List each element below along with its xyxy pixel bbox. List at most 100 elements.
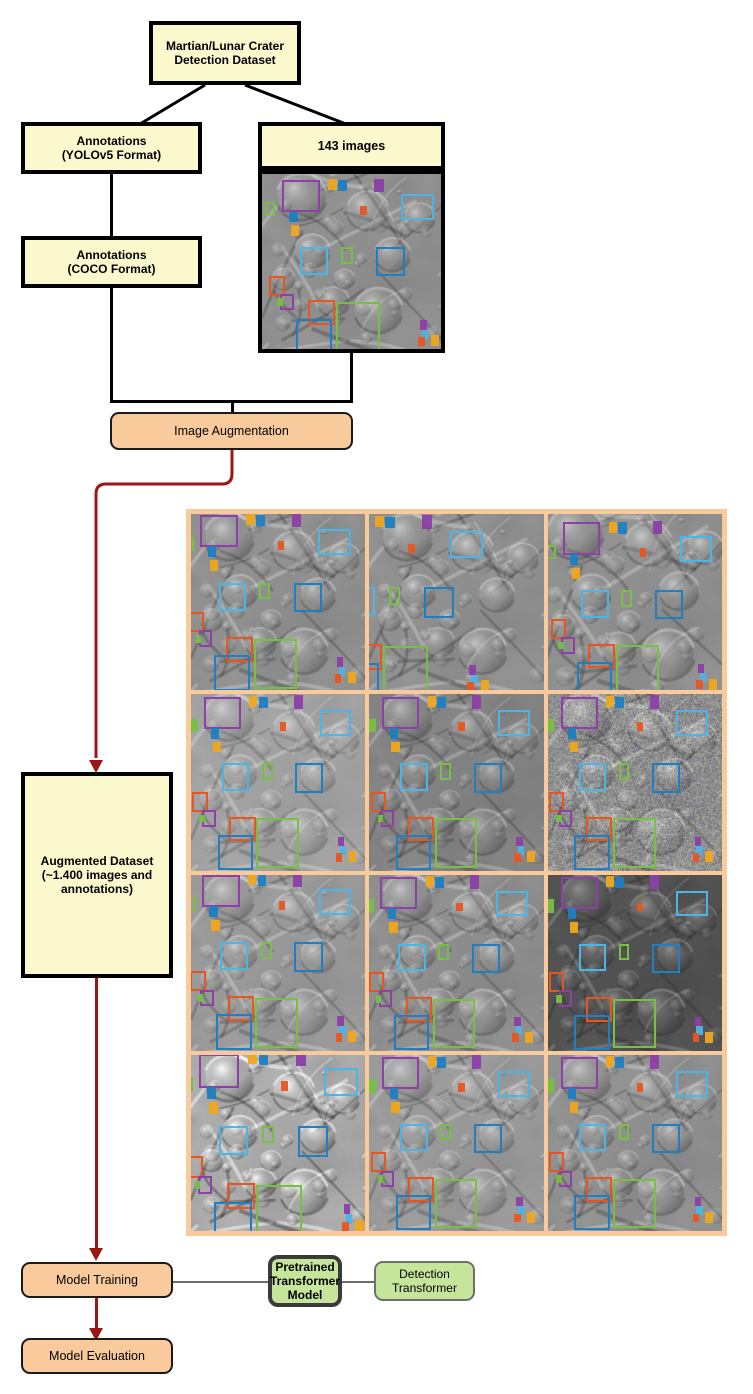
annotation-bbox bbox=[360, 206, 367, 215]
annotation-bbox bbox=[547, 544, 557, 559]
annotation-bbox bbox=[348, 851, 357, 863]
annotation-bbox bbox=[548, 972, 565, 993]
annotation-bbox bbox=[398, 943, 426, 972]
node-images-count[interactable]: 143 images bbox=[258, 122, 445, 170]
annotation-bbox bbox=[387, 908, 396, 919]
annotation-bbox bbox=[256, 818, 299, 868]
annotation-bbox bbox=[514, 853, 521, 862]
annotation-bbox bbox=[548, 1152, 565, 1173]
node-annotations-yolo-label: Annotations (YOLOv5 Format) bbox=[61, 133, 162, 162]
annotation-bbox bbox=[197, 994, 204, 1002]
annotation-bbox bbox=[204, 696, 242, 729]
annotation-bbox bbox=[209, 1101, 218, 1114]
annotation-bbox bbox=[391, 741, 400, 753]
augmented-image-cell bbox=[547, 874, 722, 1051]
annotation-bbox bbox=[562, 522, 601, 555]
annotation-bbox bbox=[195, 634, 202, 643]
annotation-bbox bbox=[618, 1123, 630, 1141]
annotation-bbox bbox=[427, 1056, 436, 1068]
annotation-bbox bbox=[211, 727, 220, 739]
annotation-bbox bbox=[560, 696, 598, 729]
annotation-box-layer bbox=[369, 875, 543, 1051]
annotation-bbox bbox=[708, 678, 717, 690]
annotation-bbox bbox=[389, 921, 398, 933]
augmented-image-cell bbox=[547, 1054, 722, 1231]
annotation-bbox bbox=[548, 791, 565, 812]
annotation-bbox bbox=[338, 180, 348, 192]
annotation-bbox bbox=[192, 791, 208, 812]
annotation-bbox bbox=[369, 718, 376, 733]
node-pretrained-transformer[interactable]: Pretrained Transformer Model bbox=[268, 1255, 342, 1307]
node-model-evaluation[interactable]: Model Evaluation bbox=[21, 1338, 173, 1374]
annotation-bbox bbox=[258, 1054, 268, 1066]
annotation-bbox bbox=[676, 890, 709, 917]
annotation-bbox bbox=[418, 336, 425, 346]
annotation-bbox bbox=[567, 727, 577, 739]
annotation-bbox bbox=[400, 1123, 428, 1152]
node-model-training[interactable]: Model Training bbox=[21, 1262, 173, 1298]
annotation-bbox bbox=[249, 695, 258, 707]
annotation-bbox bbox=[280, 722, 287, 732]
annotation-bbox bbox=[191, 897, 196, 911]
annotation-bbox bbox=[432, 998, 476, 1049]
annotation-bbox bbox=[469, 875, 479, 889]
annotation-bbox bbox=[471, 1055, 481, 1070]
annotation-bbox bbox=[636, 722, 643, 732]
annotation-bbox bbox=[319, 888, 352, 915]
annotation-bbox bbox=[438, 943, 450, 961]
node-image-augmentation[interactable]: Image Augmentation bbox=[110, 412, 353, 450]
annotation-bbox bbox=[613, 818, 656, 868]
annotation-bbox bbox=[639, 548, 646, 558]
node-detection-transformer[interactable]: Detection Transformer bbox=[374, 1261, 475, 1301]
annotation-box-layer bbox=[191, 1054, 365, 1231]
annotation-bbox bbox=[473, 763, 502, 793]
node-augmented-dataset[interactable]: Augmented Dataset (~1.400 images and annot… bbox=[21, 772, 173, 978]
annotation-bbox bbox=[218, 1125, 249, 1156]
annotation-bbox bbox=[389, 727, 398, 739]
annotation-bbox bbox=[374, 178, 384, 193]
annotation-bbox bbox=[440, 763, 452, 780]
annotation-bbox bbox=[207, 1087, 217, 1099]
annotation-bbox bbox=[214, 655, 251, 691]
annotation-bbox bbox=[467, 682, 474, 691]
annotation-bbox bbox=[191, 1077, 193, 1093]
annotation-bbox bbox=[431, 335, 440, 346]
annotation-bbox bbox=[655, 589, 684, 620]
annotation-bbox bbox=[281, 180, 320, 213]
annotation-bbox bbox=[473, 1123, 502, 1154]
node-dataset[interactable]: Martian/Lunar Crater Detection Dataset bbox=[149, 21, 301, 85]
augmented-image-cell bbox=[369, 874, 544, 1051]
annotation-bbox bbox=[388, 587, 401, 605]
node-detection-transformer-label: Detection Transformer bbox=[392, 1266, 457, 1295]
annotation-bbox bbox=[696, 680, 703, 690]
annotation-bbox bbox=[621, 589, 633, 607]
annotation-bbox bbox=[209, 906, 218, 918]
node-annotations-coco[interactable]: Annotations (COCO Format) bbox=[21, 236, 202, 288]
annotation-bbox bbox=[295, 318, 333, 349]
annotation-bbox bbox=[278, 900, 286, 910]
annotation-bbox bbox=[605, 695, 615, 707]
annotation-bbox bbox=[259, 582, 271, 600]
annotation-bbox bbox=[211, 920, 220, 932]
annotation-bbox bbox=[369, 587, 376, 617]
annotation-bbox bbox=[324, 1068, 359, 1097]
annotation-bbox bbox=[435, 876, 444, 888]
annotation-bbox bbox=[369, 662, 380, 691]
annotation-bbox bbox=[437, 696, 446, 708]
annotation-bbox bbox=[420, 320, 427, 330]
node-images-count-label: 143 images bbox=[317, 138, 386, 153]
annotation-bbox bbox=[260, 942, 272, 960]
connector-pretrained-to-detection bbox=[341, 1281, 375, 1283]
annotation-bbox bbox=[480, 680, 489, 691]
annotation-bbox bbox=[471, 943, 500, 973]
annotation-box-layer bbox=[191, 694, 365, 870]
annotation-bbox bbox=[694, 1016, 701, 1027]
node-pretrained-transformer-label: Pretrained Transformer Model bbox=[269, 1259, 341, 1303]
annotation-bbox bbox=[636, 902, 643, 912]
annotation-bbox bbox=[498, 1070, 530, 1097]
augmented-image-cell bbox=[369, 514, 544, 691]
annotation-bbox bbox=[377, 1175, 384, 1183]
annotation-bbox bbox=[217, 834, 253, 870]
node-annotations-yolo[interactable]: Annotations (YOLOv5 Format) bbox=[21, 122, 202, 174]
annotation-bbox bbox=[469, 664, 476, 675]
